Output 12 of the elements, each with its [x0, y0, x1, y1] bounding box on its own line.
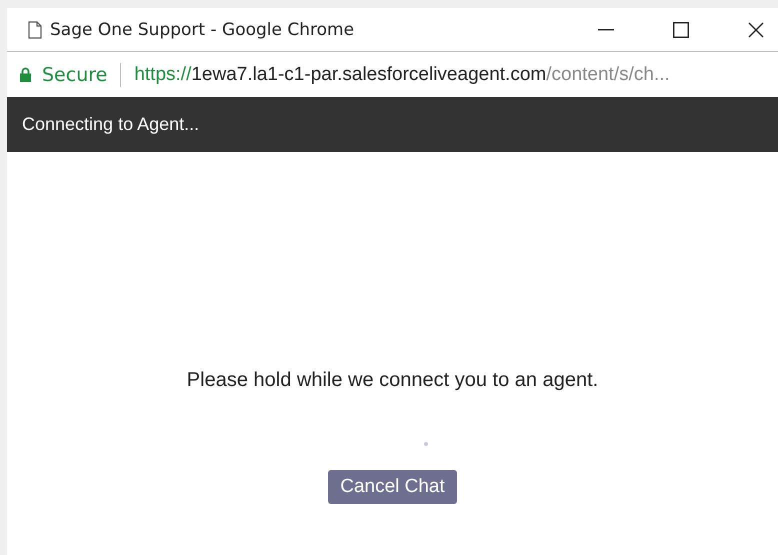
hold-message: Please hold while we connect you to an agent. — [186, 369, 598, 392]
cancel-chat-button[interactable]: Cancel Chat — [328, 470, 457, 504]
lock-icon — [20, 67, 31, 82]
minimize-icon[interactable] — [598, 28, 614, 30]
header-title: Connecting to Agent... — [22, 114, 200, 135]
loading-dot — [424, 442, 428, 446]
close-icon[interactable] — [748, 22, 764, 38]
maximize-icon[interactable] — [673, 22, 689, 38]
window-title: Sage One Support - Google Chrome — [50, 20, 354, 40]
secure-label: Secure — [42, 64, 108, 86]
page-icon — [28, 20, 42, 38]
url-text[interactable]: https://1ewa7.la1-c1-par.salesforceliveagent.com/content/s/ch... — [134, 64, 670, 86]
